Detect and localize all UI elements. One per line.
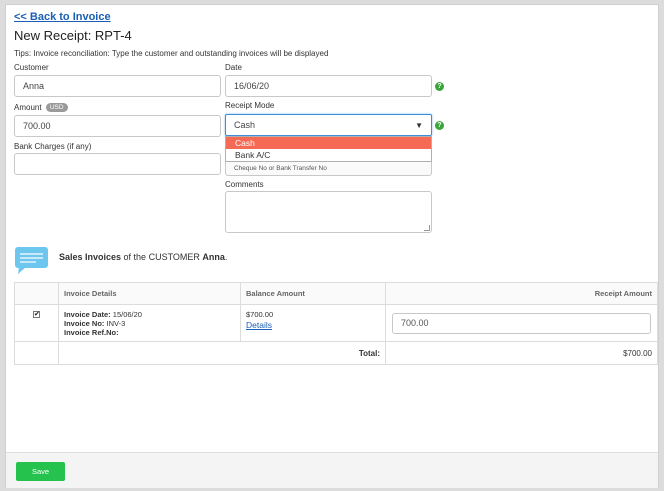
col-receipt-amount-header: Receipt Amount <box>385 282 658 305</box>
col-select-header <box>14 282 59 305</box>
comments-label: Comments <box>225 180 264 189</box>
sales-suffix: . <box>224 252 228 262</box>
receipt-mode-help-icon[interactable]: ? <box>435 121 444 130</box>
resize-grip-icon[interactable] <box>424 225 430 231</box>
back-to-invoice-link[interactable]: << Back to Invoice <box>14 11 111 23</box>
customer-value: Anna <box>23 81 45 91</box>
speech-bubble-icon <box>14 246 50 281</box>
sales-customer: Anna <box>202 252 225 262</box>
col-balance-header: Balance Amount <box>240 282 386 305</box>
invoice-date-value: 15/06/20 <box>112 310 142 319</box>
option-cash[interactable]: Cash <box>226 137 431 149</box>
receipt-amount-value: 700.00 <box>401 318 429 328</box>
reference-hint: Cheque No or Bank Transfer No <box>234 165 327 172</box>
bank-charges-label: Bank Charges (if any) <box>14 142 92 151</box>
option-bank-ac[interactable]: Bank A/C <box>226 149 431 161</box>
sales-prefix: Sales Invoices <box>59 252 122 262</box>
amount-label-text: Amount <box>14 103 42 112</box>
amount-input[interactable]: 700.00 <box>14 115 221 137</box>
total-value: $700.00 <box>385 341 658 365</box>
invoice-no-value: INV-3 <box>106 319 126 328</box>
receipt-amount-cell: 700.00 <box>385 304 658 342</box>
invoice-no-label: Invoice No: <box>64 319 105 328</box>
customer-input[interactable]: Anna <box>14 75 221 97</box>
amount-value: 700.00 <box>23 121 51 131</box>
date-value: 16/06/20 <box>234 81 270 91</box>
invoice-date-label: Invoice Date: <box>64 310 111 319</box>
col-invoice-details-header: Invoice Details <box>58 282 241 305</box>
receipt-mode-selected: Cash <box>234 120 256 130</box>
save-button[interactable]: Save <box>16 462 65 481</box>
total-row: Total: $700.00 <box>14 341 658 365</box>
caret-down-icon: ▼ <box>415 120 423 130</box>
amount-label: Amount USD <box>14 103 68 112</box>
invoice-details-cell: Invoice Date: 15/06/20 Invoice No: INV-3… <box>58 304 241 342</box>
sales-invoices-heading: Sales Invoices of the CUSTOMER Anna. <box>59 252 227 262</box>
invoice-table: Invoice Details Balance Amount Receipt A… <box>14 282 658 365</box>
customer-label: Customer <box>14 63 49 72</box>
row-select-cell: ✔ <box>14 304 59 342</box>
date-help-icon[interactable]: ? <box>435 82 444 91</box>
date-input[interactable]: 16/06/20 <box>225 75 432 97</box>
invoice-ref-label: Invoice Ref.No: <box>64 328 119 337</box>
page-title: New Receipt: RPT-4 <box>14 28 132 43</box>
table-header-row: Invoice Details Balance Amount Receipt A… <box>14 282 658 305</box>
currency-badge: USD <box>45 103 68 112</box>
table-row: ✔ Invoice Date: 15/06/20 Invoice No: INV… <box>14 304 658 342</box>
total-empty-cell <box>14 341 59 365</box>
row-checkbox[interactable]: ✔ <box>33 311 40 318</box>
sales-middle: of the CUSTOMER <box>121 252 203 262</box>
balance-amount: $700.00 <box>246 310 274 319</box>
receipt-mode-select[interactable]: Cash ▼ <box>225 114 432 136</box>
receipt-mode-label: Receipt Mode <box>225 101 275 110</box>
total-label: Total: <box>58 341 386 365</box>
receipt-mode-dropdown: Cash Bank A/C <box>225 136 432 162</box>
receipt-amount-input[interactable]: 700.00 <box>392 312 651 334</box>
date-label: Date <box>225 63 242 72</box>
comments-textarea[interactable] <box>225 191 432 233</box>
bank-charges-input[interactable] <box>14 153 221 175</box>
tips-text: Tips: Invoice reconciliation: Type the c… <box>14 49 329 58</box>
footer-bar: Save <box>6 452 658 488</box>
balance-cell: $700.00 Details <box>240 304 386 342</box>
page-frame: << Back to Invoice New Receipt: RPT-4 Ti… <box>5 4 659 488</box>
details-link[interactable]: Details <box>246 321 380 330</box>
